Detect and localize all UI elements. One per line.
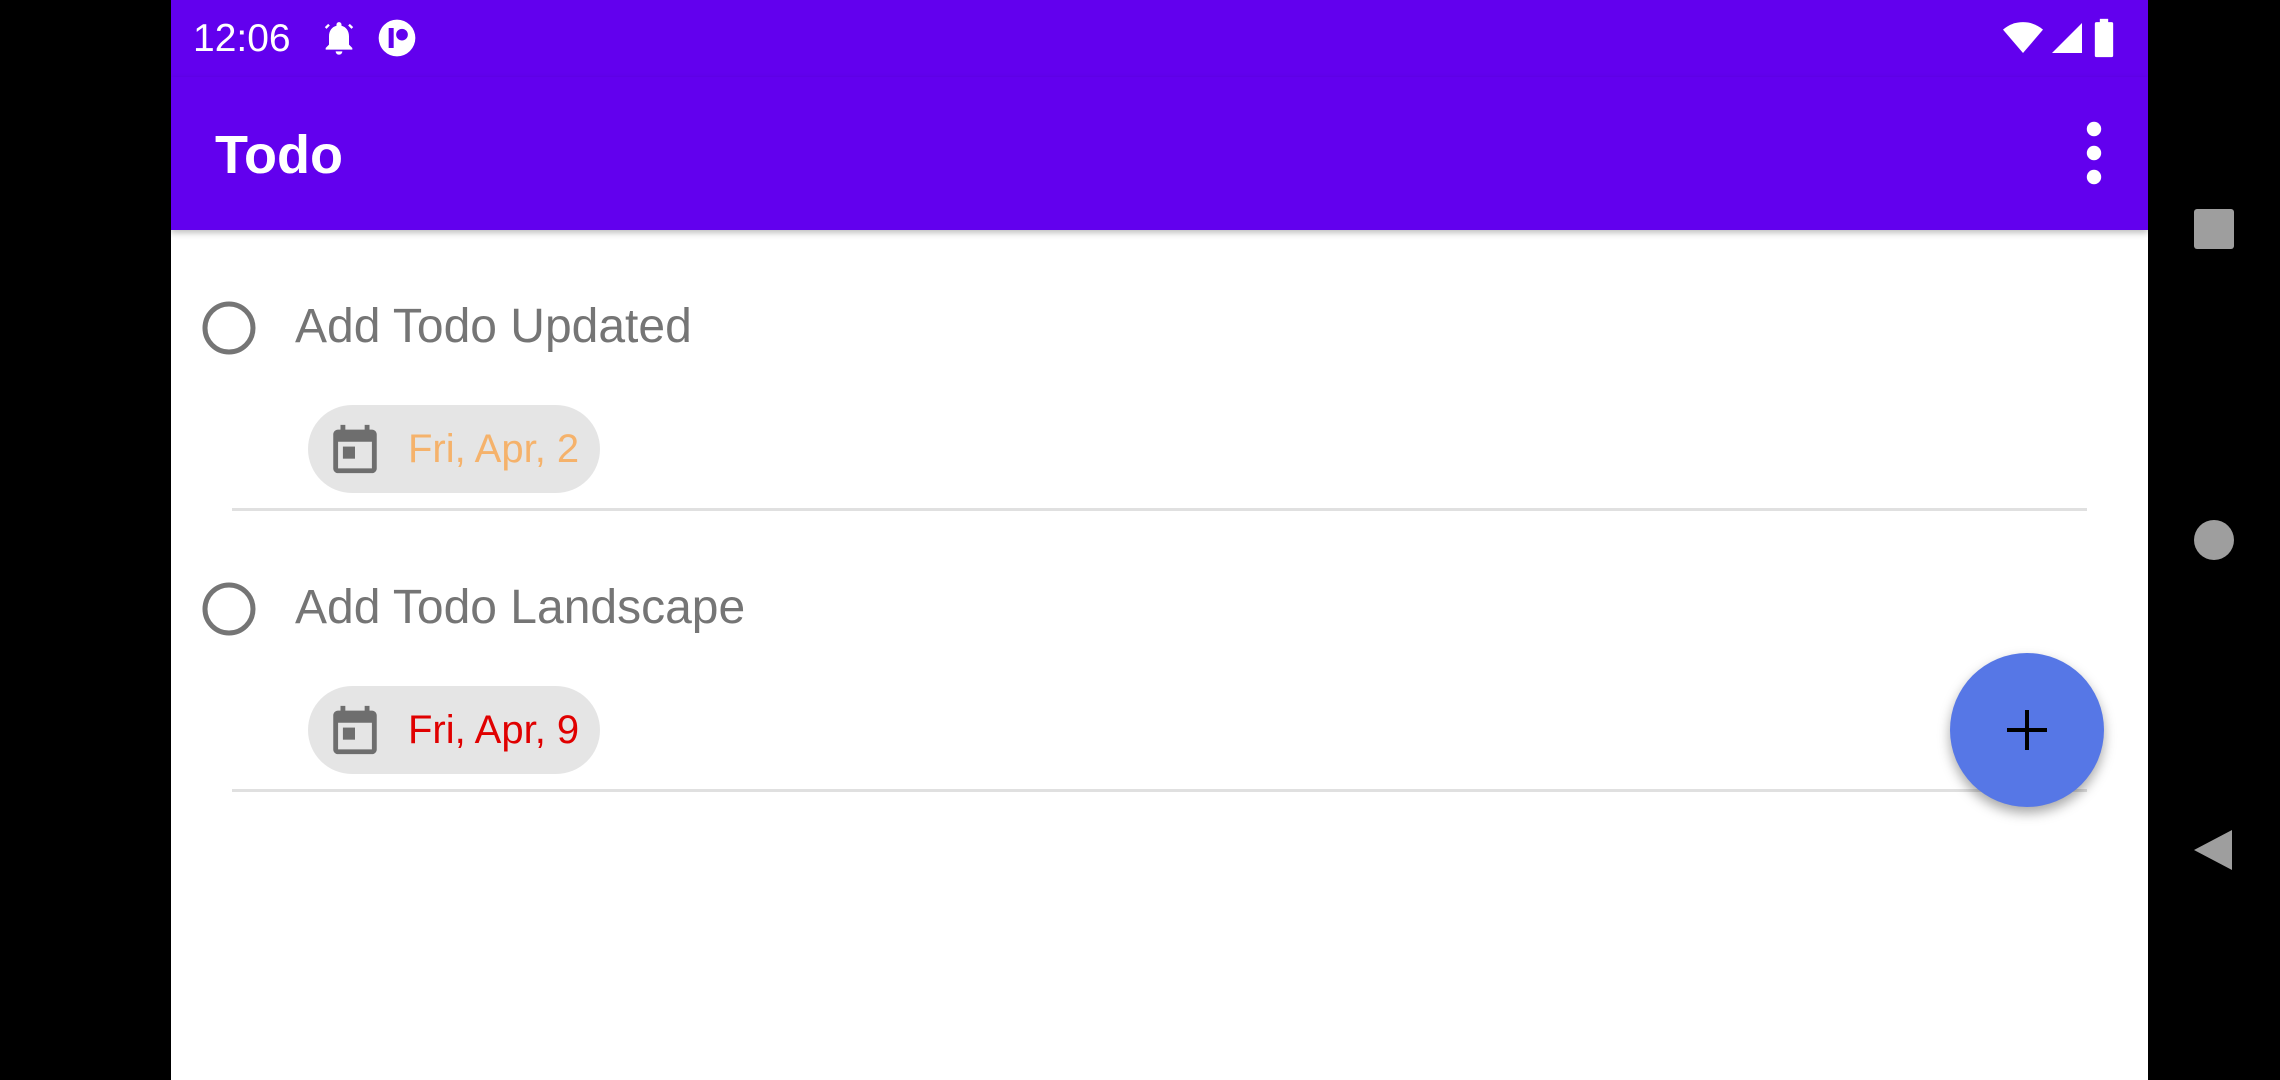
home-icon[interactable] xyxy=(2190,516,2238,564)
calendar-icon xyxy=(333,424,377,474)
app-notification-icon xyxy=(378,19,416,57)
divider xyxy=(232,789,2087,792)
plus-icon xyxy=(2007,710,2047,750)
app-title: Todo xyxy=(215,125,343,185)
app-bar: Todo xyxy=(171,77,2148,230)
due-date-chip[interactable]: Fri, Apr, 2 xyxy=(308,405,600,493)
signal-icon xyxy=(2052,23,2082,53)
wifi-icon xyxy=(2003,22,2043,53)
recents-icon[interactable] xyxy=(2190,205,2238,253)
more-vert-icon[interactable] xyxy=(2074,121,2114,185)
alarm-icon xyxy=(324,22,354,55)
due-date-label: Fri, Apr, 9 xyxy=(408,708,580,752)
status-bar: 12:06 xyxy=(171,0,2148,77)
todo-title: Add Todo Landscape xyxy=(295,581,746,634)
calendar-icon xyxy=(333,705,377,755)
back-icon[interactable] xyxy=(2190,826,2238,874)
navigation-bar xyxy=(2148,0,2280,1080)
status-time: 12:06 xyxy=(193,17,291,60)
todo-list: Add Todo Updated Fri, Apr, 2 Add Todo La… xyxy=(171,230,2148,792)
due-date-label: Fri, Apr, 2 xyxy=(408,427,580,471)
checkbox-circle-icon[interactable] xyxy=(202,301,256,355)
app-screen: 12:06 Todo Add Todo Updated Fri, Apr, 2 … xyxy=(171,0,2148,1080)
todo-item[interactable]: Add Todo Landscape Fri, Apr, 9 xyxy=(171,511,2148,792)
todo-item[interactable]: Add Todo Updated Fri, Apr, 2 xyxy=(171,230,2148,511)
todo-title: Add Todo Updated xyxy=(295,300,692,353)
checkbox-circle-icon[interactable] xyxy=(202,582,256,636)
add-todo-button[interactable] xyxy=(1950,653,2104,807)
battery-icon xyxy=(2094,18,2114,58)
due-date-chip[interactable]: Fri, Apr, 9 xyxy=(308,686,600,774)
